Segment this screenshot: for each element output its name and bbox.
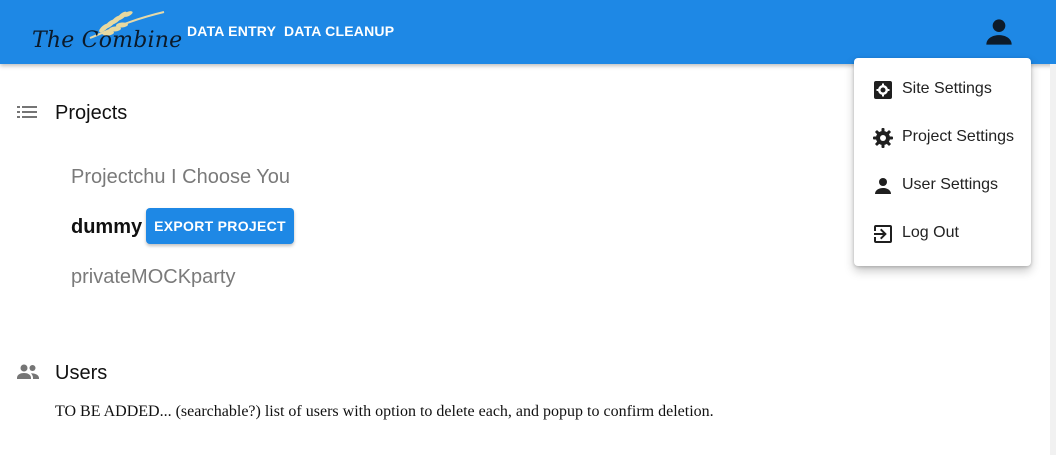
projects-title: Projects [55, 102, 128, 124]
menu-label: User Settings [902, 176, 999, 193]
user-menu: Site Settings Project Settings User Sett… [854, 58, 1031, 266]
logout-icon [874, 225, 892, 243]
project-item[interactable]: privateMOCKparty [71, 266, 236, 289]
user-menu-button[interactable] [980, 13, 1018, 51]
person-icon [875, 178, 891, 194]
menu-item-site-settings[interactable]: Site Settings [854, 66, 1031, 114]
nav-data-cleanup[interactable]: DATA CLEANUP [284, 23, 394, 39]
logo-text: The Combine [32, 28, 183, 53]
combine-logo[interactable]: The Combine [28, 4, 182, 60]
users-placeholder-text: TO BE ADDED... (searchable?) list of use… [55, 403, 714, 420]
menu-item-project-settings[interactable]: Project Settings [854, 114, 1031, 162]
gear-icon [873, 128, 893, 148]
menu-label: Log Out [902, 224, 959, 241]
nav-data-entry[interactable]: DATA ENTRY [187, 23, 276, 39]
project-item[interactable]: Projectchu I Choose You [71, 166, 290, 189]
users-title: Users [55, 362, 108, 384]
menu-label: Site Settings [902, 80, 992, 97]
site-settings-icon [874, 81, 892, 99]
group-icon [16, 362, 40, 387]
menu-item-user-settings[interactable]: User Settings [854, 162, 1031, 210]
menu-label: Project Settings [902, 128, 1015, 145]
page-scrollbar[interactable] [1050, 64, 1056, 455]
app-bar: The Combine DATA ENTRY DATA CLEANUP [0, 0, 1056, 64]
project-item-active[interactable]: dummy [71, 216, 142, 239]
export-project-button[interactable]: EXPORT PROJECT [146, 208, 294, 244]
menu-item-log-out[interactable]: Log Out [854, 210, 1031, 258]
account-icon [986, 19, 1012, 45]
list-icon [17, 102, 39, 127]
